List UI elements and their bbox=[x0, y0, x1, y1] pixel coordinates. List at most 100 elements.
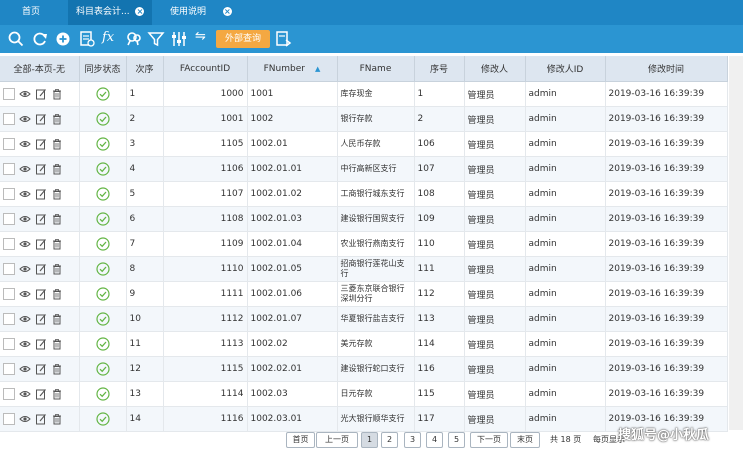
page-5-button[interactable]: 5 bbox=[448, 432, 465, 448]
export-icon[interactable] bbox=[274, 29, 294, 49]
page-2-button[interactable]: 2 bbox=[381, 432, 398, 448]
header-order[interactable]: 次序 bbox=[126, 56, 164, 82]
table-row[interactable]: 6 1108 1002.01.03 建设银行国贸支行 109 管理员 admin… bbox=[0, 206, 728, 232]
table-row[interactable]: 10 1112 1002.01.07 华夏银行盐吉支行 113 管理员 admi… bbox=[0, 306, 728, 332]
table-row[interactable]: 13 1114 1002.03 日元存款 115 管理员 admin 2019-… bbox=[0, 381, 728, 407]
header-modifier[interactable]: 修改人 bbox=[464, 56, 526, 82]
view-icon[interactable] bbox=[19, 388, 31, 400]
row-checkbox[interactable] bbox=[3, 188, 15, 200]
filter-icon[interactable] bbox=[146, 29, 166, 49]
table-row[interactable]: 2 1001 1002 银行存款 2 管理员 admin 2019-03-16 … bbox=[0, 106, 728, 132]
delete-icon[interactable] bbox=[51, 163, 63, 175]
row-checkbox[interactable] bbox=[3, 388, 15, 400]
row-checkbox[interactable] bbox=[3, 238, 15, 250]
view-icon[interactable] bbox=[19, 163, 31, 175]
close-icon[interactable]: × bbox=[135, 7, 145, 16]
delete-icon[interactable] bbox=[51, 413, 63, 425]
view-icon[interactable] bbox=[19, 188, 31, 200]
tab-home[interactable]: 首页 bbox=[22, 0, 40, 25]
header-modifier-id[interactable]: 修改人ID bbox=[525, 56, 606, 82]
table-row[interactable]: 3 1105 1002.01 人民币存款 106 管理员 admin 2019-… bbox=[0, 131, 728, 157]
header-fnumber[interactable]: FNumber ▲ bbox=[247, 56, 338, 82]
sort-asc-icon[interactable]: ▲ bbox=[315, 65, 320, 73]
delete-icon[interactable] bbox=[51, 313, 63, 325]
delete-icon[interactable] bbox=[51, 263, 63, 275]
edit-icon[interactable] bbox=[35, 388, 47, 400]
delete-icon[interactable] bbox=[51, 238, 63, 250]
view-icon[interactable] bbox=[19, 138, 31, 150]
edit-icon[interactable] bbox=[35, 138, 47, 150]
delete-icon[interactable] bbox=[51, 338, 63, 350]
page-4-button[interactable]: 4 bbox=[426, 432, 443, 448]
select-all-header[interactable]: 全部-本页-无 bbox=[0, 56, 80, 82]
tab-account-table[interactable]: 科目表会计... × bbox=[68, 0, 153, 25]
view-icon[interactable] bbox=[19, 338, 31, 350]
page-1-button[interactable]: 1 bbox=[361, 432, 378, 448]
edit-icon[interactable] bbox=[35, 238, 47, 250]
filter-alt-icon[interactable] bbox=[124, 29, 144, 49]
swap-icon[interactable]: ⇋ bbox=[195, 29, 206, 44]
view-icon[interactable] bbox=[19, 263, 31, 275]
edit-icon[interactable] bbox=[35, 213, 47, 225]
search-icon[interactable] bbox=[6, 29, 26, 49]
row-checkbox[interactable] bbox=[3, 88, 15, 100]
view-icon[interactable] bbox=[19, 413, 31, 425]
refresh-icon[interactable] bbox=[30, 29, 50, 49]
row-checkbox[interactable] bbox=[3, 213, 15, 225]
view-icon[interactable] bbox=[19, 288, 31, 300]
header-seq[interactable]: 序号 bbox=[414, 56, 465, 82]
formula-icon[interactable]: fx bbox=[102, 30, 114, 45]
view-icon[interactable] bbox=[19, 238, 31, 250]
external-query-button[interactable]: 外部查询 bbox=[216, 30, 270, 48]
first-page-button[interactable]: 首页 bbox=[286, 432, 315, 448]
view-icon[interactable] bbox=[19, 313, 31, 325]
edit-icon[interactable] bbox=[35, 113, 47, 125]
row-checkbox[interactable] bbox=[3, 163, 15, 175]
delete-icon[interactable] bbox=[51, 213, 63, 225]
table-row[interactable]: 11 1113 1002.02 美元存款 114 管理员 admin 2019-… bbox=[0, 331, 728, 357]
table-row[interactable]: 5 1107 1002.01.02 工商银行城东支行 108 管理员 admin… bbox=[0, 181, 728, 207]
view-icon[interactable] bbox=[19, 113, 31, 125]
delete-icon[interactable] bbox=[51, 113, 63, 125]
table-row[interactable]: 9 1111 1002.01.06 三菱东京联合银行深圳分行 112 管理员 a… bbox=[0, 281, 728, 307]
report-icon[interactable] bbox=[77, 29, 97, 49]
header-sync-status[interactable]: 同步状态 bbox=[79, 56, 127, 82]
edit-icon[interactable] bbox=[35, 88, 47, 100]
delete-icon[interactable] bbox=[51, 138, 63, 150]
edit-icon[interactable] bbox=[35, 338, 47, 350]
table-row[interactable]: 1 1000 1001 库存现金 1 管理员 admin 2019-03-16 … bbox=[0, 81, 728, 107]
column-settings-icon[interactable] bbox=[169, 29, 189, 49]
edit-icon[interactable] bbox=[35, 263, 47, 275]
view-icon[interactable] bbox=[19, 363, 31, 375]
header-fname[interactable]: FName bbox=[337, 56, 415, 82]
row-checkbox[interactable] bbox=[3, 138, 15, 150]
row-checkbox[interactable] bbox=[3, 313, 15, 325]
row-checkbox[interactable] bbox=[3, 263, 15, 275]
close-icon[interactable]: × bbox=[222, 7, 232, 16]
header-faccountid[interactable]: FAccountID bbox=[163, 56, 248, 82]
edit-icon[interactable] bbox=[35, 313, 47, 325]
view-icon[interactable] bbox=[19, 213, 31, 225]
row-checkbox[interactable] bbox=[3, 363, 15, 375]
last-page-button[interactable]: 末页 bbox=[510, 432, 540, 448]
view-icon[interactable] bbox=[19, 88, 31, 100]
row-checkbox[interactable] bbox=[3, 113, 15, 125]
row-checkbox[interactable] bbox=[3, 288, 15, 300]
edit-icon[interactable] bbox=[35, 188, 47, 200]
header-modified-time[interactable]: 修改时间 bbox=[605, 56, 728, 82]
edit-icon[interactable] bbox=[35, 413, 47, 425]
table-row[interactable]: 8 1110 1002.01.05 招商银行莲花山支行 111 管理员 admi… bbox=[0, 256, 728, 282]
delete-icon[interactable] bbox=[51, 363, 63, 375]
delete-icon[interactable] bbox=[51, 288, 63, 300]
row-checkbox[interactable] bbox=[3, 338, 15, 350]
table-row[interactable]: 4 1106 1002.01.01 中行高新区支行 107 管理员 admin … bbox=[0, 156, 728, 182]
prev-page-button[interactable]: 上一页 bbox=[316, 432, 358, 448]
edit-icon[interactable] bbox=[35, 288, 47, 300]
delete-icon[interactable] bbox=[51, 388, 63, 400]
table-row[interactable]: 12 1115 1002.02.01 建设银行蛇口支行 116 管理员 admi… bbox=[0, 356, 728, 382]
delete-icon[interactable] bbox=[51, 88, 63, 100]
next-page-button[interactable]: 下一页 bbox=[470, 432, 508, 448]
row-checkbox[interactable] bbox=[3, 413, 15, 425]
tab-instructions[interactable]: 使用说明 × bbox=[170, 0, 232, 25]
delete-icon[interactable] bbox=[51, 188, 63, 200]
